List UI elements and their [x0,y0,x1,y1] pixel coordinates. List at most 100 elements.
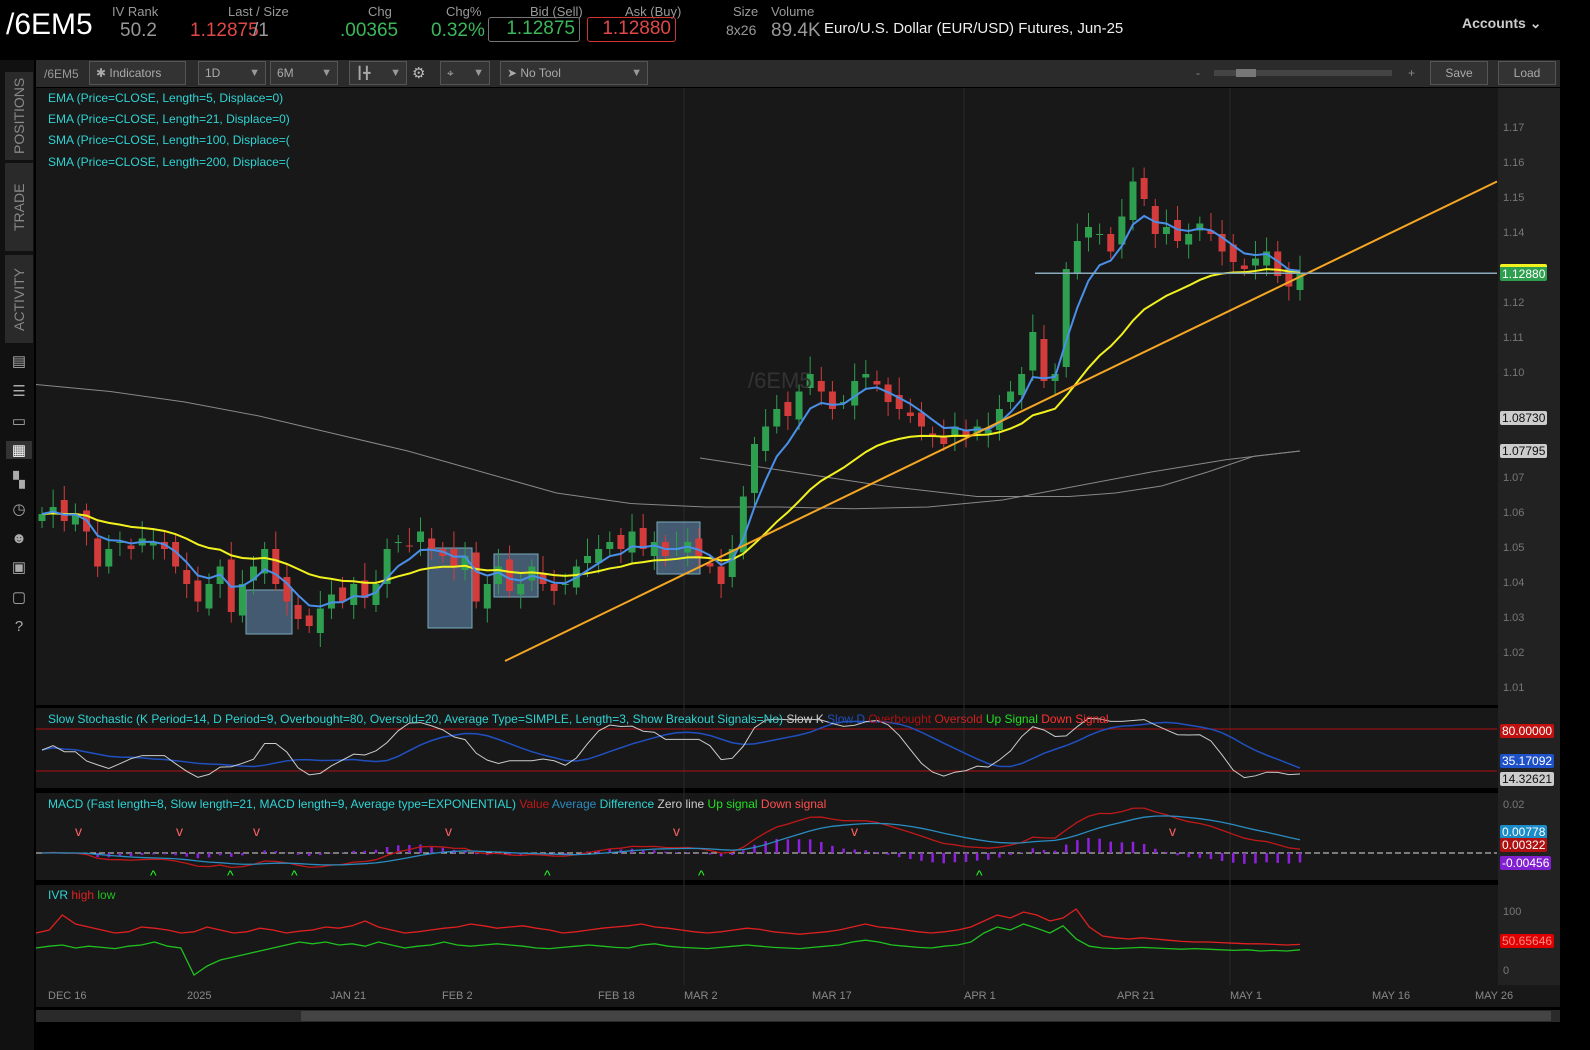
legend-overbought: Overbought [868,712,932,726]
legend-slow-k: Slow K [786,712,824,726]
study-label-sma100[interactable]: SMA (Price=CLOSE, Length=100, Displace=( [48,133,290,147]
ivr-title: IVR [48,888,69,902]
slow-k-tag: 14.32621 [1500,772,1555,786]
legend-difference: Difference [599,797,655,811]
sma200-tag: 1.07795 [1500,444,1548,458]
sma200-line [35,384,1301,510]
candle-body [851,381,859,406]
candle-body [1007,391,1015,402]
candle-body [550,584,558,591]
down-signal-arrow: v [176,823,183,839]
down-signal-arrow: v [673,823,680,839]
legend-zero-line: Zero line [657,797,705,811]
slow-d-tag: 35.17092 [1500,754,1555,768]
date-tick: MAY 26 [1475,990,1514,1002]
price-tick: 1.14 [1503,227,1525,239]
down-signal-arrow: v [253,823,260,839]
candle-body [828,391,836,409]
price-tick: 1.15 [1503,192,1525,204]
candle-body [194,580,202,602]
legend-high: high [71,888,95,902]
price-tick: 1.12 [1503,297,1525,309]
price-tick: 1.05 [1503,542,1525,554]
candle-body [584,556,592,563]
sma100-line [699,450,1301,497]
up-signal-arrow: ^ [291,867,298,883]
date-tick: JAN 21 [330,990,367,1002]
study-label-sma200[interactable]: SMA (Price=CLOSE, Length=200, Displace=( [48,155,290,169]
candle-body [183,570,191,584]
candle-body [784,402,792,416]
date-tick: MAR 17 [812,990,852,1002]
down-signal-arrow: v [445,823,452,839]
trendline [504,180,1498,662]
date-tick: APR 1 [964,990,996,1002]
candle-body [695,538,703,556]
candle-body [105,549,113,567]
candle-body [316,608,324,633]
candle-body [506,559,514,591]
stochastic-legend[interactable]: Slow Stochastic (K Period=14, D Period=9… [48,712,1109,726]
legend-average: Average [551,797,597,811]
candle-body [483,584,491,609]
candle-body [272,549,280,584]
candle-body [472,552,480,602]
candle-body [773,409,781,427]
price-tick: 1.07 [1503,472,1525,484]
last-price-tag: 1.12880 [1500,264,1548,281]
candle-body [617,535,625,549]
date-tick: APR 21 [1117,990,1155,1002]
candle-body [795,391,803,420]
stochastic-title: Slow Stochastic (K Period=14, D Period=9… [48,712,783,726]
candle-body [350,584,358,605]
date-tick: MAY 1 [1230,990,1262,1002]
candle-body [1107,234,1115,252]
legend-down-signal: Down Signal [1041,712,1109,726]
candle-body [1240,265,1248,269]
candle-body [1029,332,1037,371]
candle-body [294,605,302,619]
candle-body [38,514,46,521]
candle-body [862,374,870,378]
date-tick: MAR 2 [684,990,718,1002]
macd-value-tag: 0.00322 [1500,838,1548,852]
candle-body [628,531,636,553]
candle-body [1084,227,1092,238]
candle-body [517,584,525,595]
candle-body [405,545,413,547]
macd-legend[interactable]: MACD (Fast length=8, Slow length=21, MAC… [48,797,826,811]
candle-body [372,584,380,605]
candle-body [1129,181,1137,220]
study-label-ema21[interactable]: EMA (Price=CLOSE, Length=21, Displace=0) [48,112,290,126]
up-signal-arrow: ^ [227,867,234,883]
macd-diff-tag: -0.00456 [1500,856,1552,870]
candle-body [940,437,948,444]
price-tick: 1.02 [1503,647,1525,659]
macd-tick: 0.02 [1503,799,1525,811]
up-signal-arrow: ^ [150,867,157,883]
ivr-legend[interactable]: IVR high low [48,888,115,902]
candle-body [906,412,914,416]
candle-body [561,584,569,585]
overbought-tag: 80.00000 [1500,724,1555,738]
candle-body [1162,227,1170,234]
candle-body [1096,234,1104,235]
price-tick: 1.16 [1503,157,1525,169]
candle-body [1251,258,1259,266]
candle-body [1073,241,1081,273]
ivr-tick-0: 0 [1503,965,1510,977]
legend-down-signal: Down signal [760,797,827,811]
macd-value-line [41,807,1301,869]
candle-body [205,584,213,609]
date-tick: MAY 16 [1372,990,1411,1002]
up-signal-arrow: ^ [976,867,983,883]
candle-body [450,549,458,567]
candle-body [873,381,881,385]
study-label-ema5[interactable]: EMA (Price=CLOSE, Length=5, Displace=0) [48,91,283,105]
price-tick: 1.01 [1503,682,1525,694]
candle-body [717,566,725,584]
candle-body [750,444,758,493]
price-tick: 1.10 [1503,367,1525,379]
candle-body [339,587,347,602]
ivr-tick-100: 100 [1503,906,1522,918]
